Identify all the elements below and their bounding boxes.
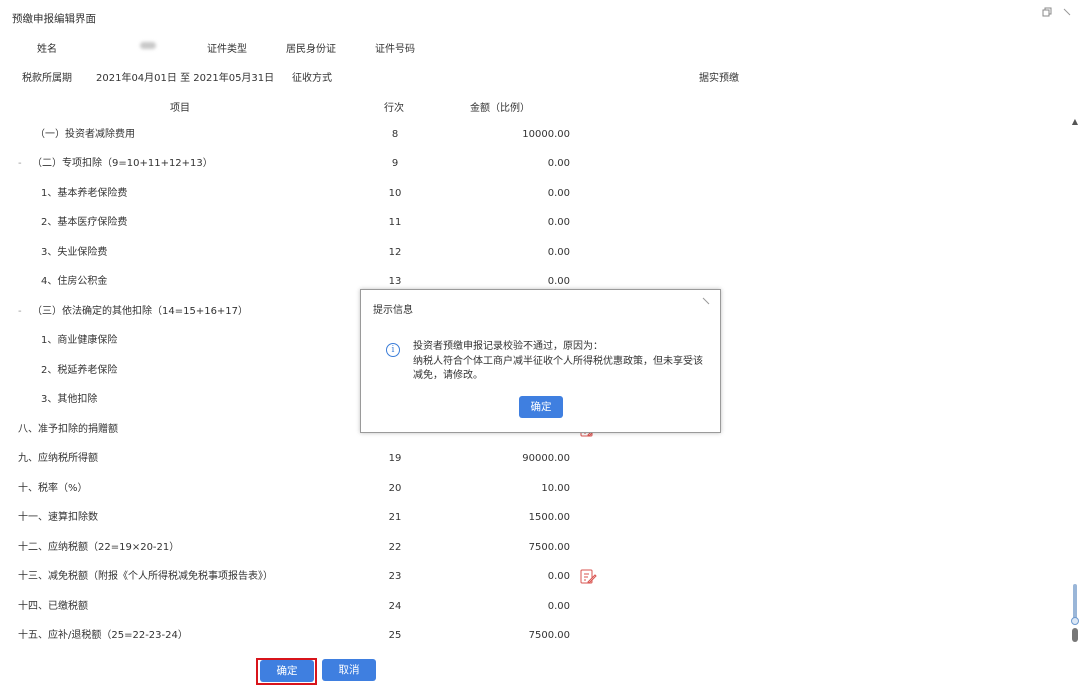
- row-item: 4、住房公积金: [41, 276, 108, 287]
- row-item: 1、商业健康保险: [41, 335, 118, 346]
- id-type-value: 居民身份证: [286, 44, 336, 55]
- dialog-message-line: 减免，请修改。: [413, 370, 483, 381]
- collapse-toggle[interactable]: -: [18, 297, 22, 326]
- confirm-button[interactable]: 确定: [260, 660, 314, 682]
- row-line: 23: [388, 571, 402, 582]
- row-line: 8: [391, 129, 399, 140]
- row-item: 3、其他扣除: [41, 394, 98, 405]
- row-amount[interactable]: 1500.00: [470, 503, 570, 532]
- table-row: 十一、速算扣除数 21 1500.00: [0, 503, 1060, 532]
- row-item: 十一、速算扣除数: [18, 512, 98, 523]
- row-line: 22: [388, 542, 402, 553]
- window-title: 预缴申报编辑界面: [12, 13, 96, 25]
- row-amount[interactable]: 7500.00: [470, 533, 570, 562]
- dialog-message: 投资者预缴申报记录校验不通过，原因为： 纳税人符合个体工商户减半征收个人所得税优…: [413, 340, 713, 384]
- table-row: - （二）专项扣除（9=10+11+12+13） 9 0.00: [0, 149, 1060, 178]
- row-item: （三）依法确定的其他扣除（14=15+16+17）: [32, 306, 249, 317]
- row-line: 9: [391, 158, 399, 169]
- dialog-title: 提示信息: [373, 305, 413, 316]
- restore-window-icon[interactable]: [1041, 7, 1053, 19]
- id-number-label: 证件号码: [375, 44, 415, 55]
- table-row: 十、税率（%） 20 10.00: [0, 474, 1060, 503]
- row-item: （二）专项扣除（9=10+11+12+13）: [32, 158, 213, 169]
- table-row: 2、基本医疗保险费 11 0.00: [0, 208, 1060, 237]
- dialog-ok-button[interactable]: 确定: [519, 396, 563, 418]
- tax-period-label: 税款所属期: [22, 73, 72, 84]
- row-line: 19: [388, 453, 402, 464]
- table-row: 十四、已缴税额 24 0.00: [0, 592, 1060, 621]
- row-item: 九、应纳税所得额: [18, 453, 98, 464]
- table-row: 3、失业保险费 12 0.00: [0, 238, 1060, 267]
- collapse-toggle[interactable]: -: [18, 149, 22, 178]
- alert-dialog: 提示信息 i 投资者预缴申报记录校验不通过，原因为： 纳税人符合个体工商户减半征…: [360, 289, 721, 433]
- row-item: 十五、应补/退税额（25=22-23-24）: [18, 630, 188, 641]
- dialog-message-line: 纳税人符合个体工商户减半征收个人所得税优惠政策，但未享受该: [413, 355, 703, 367]
- row-amount[interactable]: 0.00: [470, 562, 570, 591]
- tax-period-value: 2021年04月01日 至 2021年05月31日: [96, 73, 275, 84]
- row-amount[interactable]: 0.00: [470, 149, 570, 178]
- row-amount[interactable]: 90000.00: [470, 444, 570, 473]
- name-value-redacted: [140, 42, 156, 49]
- row-item: 2、基本医疗保险费: [41, 217, 128, 228]
- row-item: （一）投资者减除费用: [35, 129, 135, 140]
- dialog-message-line: 投资者预缴申报记录校验不通过，原因为：: [413, 341, 603, 352]
- edit-icon[interactable]: [579, 568, 597, 586]
- row-amount[interactable]: 0.00: [470, 238, 570, 267]
- row-line: 10: [388, 188, 402, 199]
- row-line: 25: [388, 630, 402, 641]
- column-header-item: 项目: [170, 103, 190, 114]
- table-row: 1、基本养老保险费 10 0.00: [0, 179, 1060, 208]
- scrollbar-thumb[interactable]: [1073, 584, 1077, 620]
- table-row: 九、应纳税所得额 19 90000.00: [0, 444, 1060, 473]
- row-item: 十三、减免税额（附报《个人所得税减免税事项报告表》）: [18, 571, 273, 582]
- table-row: （一）投资者减除费用 8 10000.00: [0, 120, 1060, 149]
- info-icon: i: [386, 343, 400, 357]
- row-line: 12: [388, 247, 402, 258]
- collection-method-value: 据实预缴: [699, 73, 739, 84]
- row-amount[interactable]: 0.00: [470, 179, 570, 208]
- row-item: 1、基本养老保险费: [41, 188, 128, 199]
- row-line: 11: [388, 217, 402, 228]
- scroll-down-handle[interactable]: [1072, 628, 1078, 642]
- collection-method-label: 征收方式: [292, 73, 332, 84]
- row-item: 3、失业保险费: [41, 247, 108, 258]
- row-line: 21: [388, 512, 402, 523]
- row-item: 十二、应纳税额（22=19×20-21）: [18, 542, 180, 553]
- table-row: 十三、减免税额（附报《个人所得税减免税事项报告表》） 23 0.00: [0, 562, 1060, 591]
- scroll-up-arrow-icon[interactable]: ▲: [1070, 117, 1080, 127]
- dialog-close-icon[interactable]: [702, 297, 710, 308]
- row-item: 2、税延养老保险: [41, 365, 118, 376]
- table-row: 十五、应补/退税额（25=22-23-24） 25 7500.00: [0, 621, 1060, 650]
- row-amount[interactable]: 10.00: [470, 474, 570, 503]
- row-amount[interactable]: 7500.00: [470, 621, 570, 650]
- scrollbar-knob[interactable]: [1071, 617, 1079, 625]
- column-header-amount: 金额（比例）: [470, 103, 530, 114]
- row-item: 十四、已缴税额: [18, 601, 88, 612]
- id-type-label: 证件类型: [207, 44, 247, 55]
- row-item: 十、税率（%）: [18, 483, 88, 494]
- row-amount[interactable]: 10000.00: [470, 120, 570, 149]
- name-label: 姓名: [37, 44, 57, 55]
- row-amount[interactable]: 0.00: [470, 592, 570, 621]
- column-header-line: 行次: [384, 103, 404, 114]
- cancel-button[interactable]: 取消: [322, 659, 376, 681]
- table-row: 十二、应纳税额（22=19×20-21） 22 7500.00: [0, 533, 1060, 562]
- row-line: 20: [388, 483, 402, 494]
- close-icon[interactable]: [1061, 7, 1073, 19]
- row-line: 24: [388, 601, 402, 612]
- row-item: 八、准予扣除的捐赠额: [18, 424, 118, 435]
- row-amount[interactable]: 0.00: [470, 208, 570, 237]
